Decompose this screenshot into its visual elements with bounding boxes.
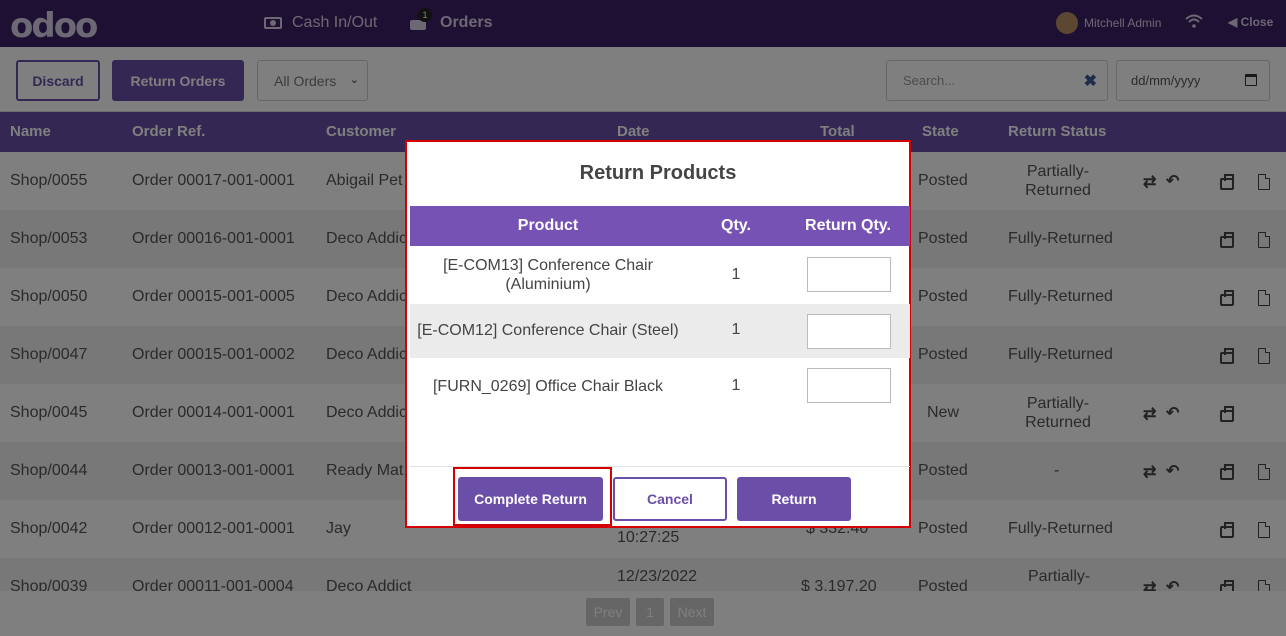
product-name: [E-COM13] Conference Chair (Aluminium) [410, 256, 686, 294]
product-name: [E-COM12] Conference Chair (Steel) [417, 322, 679, 339]
return-row: [E-COM13] Conference Chair (Aluminium) 1 [410, 246, 910, 304]
header-qty: Qty. [721, 217, 751, 234]
dialog-title: Return Products [579, 162, 737, 184]
return-qty-input[interactable] [807, 314, 891, 349]
product-name: [FURN_0269] Office Chair Black [432, 378, 663, 395]
return-qty-input[interactable] [807, 368, 891, 403]
return-row: [E-COM12] Conference Chair (Steel) 1 [410, 304, 910, 358]
product-qty: 1 [731, 266, 741, 283]
product-name-line: (Aluminium) [505, 276, 591, 293]
return-table-header: Product Qty. Return Qty. [410, 206, 910, 246]
header-return-qty: Return Qty. [805, 217, 891, 234]
product-qty: 1 [731, 321, 741, 338]
return-products-dialog: Return Products Product Qty. Return Qty.… [405, 140, 911, 528]
cancel-button[interactable]: Cancel [613, 477, 727, 521]
return-qty-input[interactable] [807, 257, 891, 292]
header-product: Product [517, 217, 579, 234]
complete-return-button[interactable]: Complete Return [458, 477, 603, 521]
product-name-line: [E-COM13] Conference Chair [443, 257, 653, 274]
return-row: [FURN_0269] Office Chair Black 1 [410, 358, 910, 414]
product-qty: 1 [731, 377, 741, 394]
return-button[interactable]: Return [737, 477, 851, 521]
